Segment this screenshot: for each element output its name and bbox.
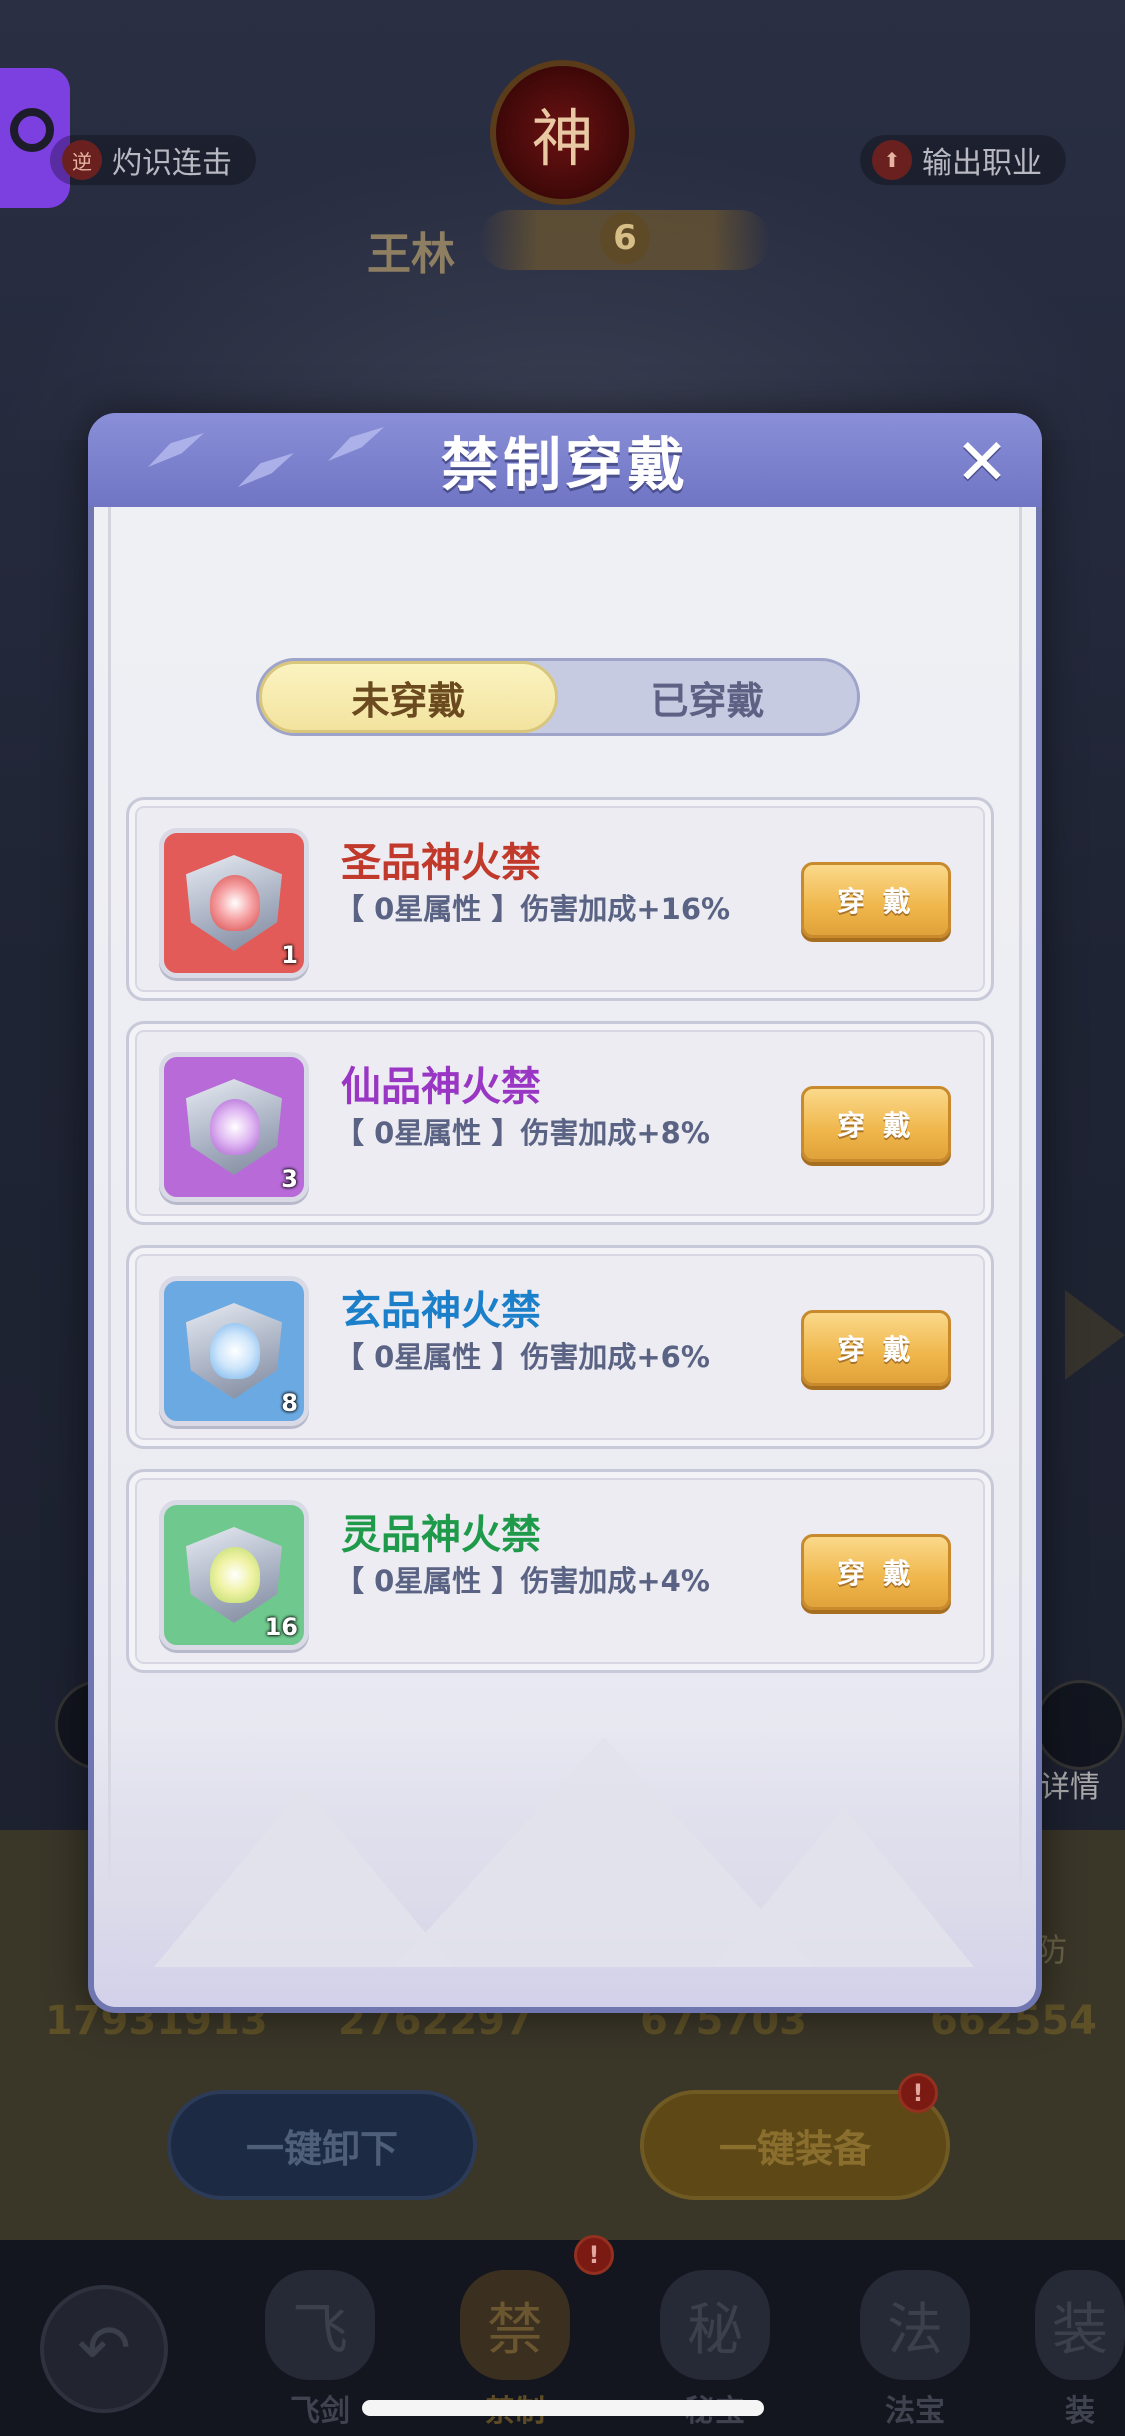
- flame-icon: [210, 1547, 260, 1603]
- item-icon[interactable]: 16: [159, 1500, 309, 1650]
- modal-body: 未穿戴 已穿戴 1 圣品神火禁 【 0星属性 】伤害加成+16% 穿 戴 3 仙…: [94, 507, 1036, 2007]
- item-name: 玄品神火禁: [341, 1288, 541, 1334]
- item-name: 仙品神火禁: [341, 1064, 541, 1110]
- nav-notification-dot: !: [574, 2235, 614, 2275]
- back-button[interactable]: ↶: [40, 2285, 168, 2413]
- flame-icon: [210, 875, 260, 931]
- modal-header: 禁制穿戴 ✕: [88, 413, 1042, 507]
- equip-notification-dot: !: [898, 2073, 938, 2113]
- item-description: 【 0星属性 】伤害加成+8%: [335, 1116, 710, 1150]
- item-name: 灵品神火禁: [341, 1512, 541, 1558]
- right-arrow-icon[interactable]: [1065, 1290, 1125, 1380]
- unload-all-button[interactable]: 一键卸下: [167, 2090, 477, 2200]
- skill-tag-icon: 逆: [62, 140, 102, 180]
- restriction-wear-modal: 禁制穿戴 ✕ 未穿戴 已穿戴 1 圣品神火禁 【 0星属性 】伤害加成+16% …: [88, 413, 1042, 2013]
- wear-state-toggle: 未穿戴 已穿戴: [256, 658, 860, 736]
- tab-worn[interactable]: 已穿戴: [558, 661, 857, 733]
- flying-sword-icon: 飞: [265, 2270, 375, 2380]
- rank-emblem: 神: [490, 60, 635, 205]
- home-indicator[interactable]: [362, 2400, 764, 2416]
- item-count: 8: [281, 1389, 298, 1417]
- close-button[interactable]: ✕: [950, 426, 1014, 500]
- equipment-icon: 装: [1035, 2270, 1125, 2380]
- nav-label: 装: [1065, 2394, 1095, 2429]
- tab-unworn[interactable]: 未穿戴: [259, 661, 558, 733]
- role-tag-icon: ⬆: [872, 140, 912, 180]
- bird-decoration-icon: [328, 427, 384, 461]
- detail-button[interactable]: [1035, 1680, 1125, 1770]
- restriction-icon: 禁: [460, 2270, 570, 2380]
- flame-icon: [210, 1099, 260, 1155]
- item-icon[interactable]: 8: [159, 1276, 309, 1426]
- item-icon[interactable]: 3: [159, 1052, 309, 1202]
- wear-button[interactable]: 穿 戴: [801, 1534, 951, 1610]
- detail-label: 详情: [1040, 1770, 1100, 1805]
- item-description: 【 0星属性 】伤害加成+4%: [335, 1564, 710, 1598]
- item-count: 3: [281, 1165, 298, 1193]
- role-tag-label: 输出职业: [922, 146, 1042, 181]
- item-description: 【 0星属性 】伤害加成+16%: [335, 892, 731, 926]
- list-item: 3 仙品神火禁 【 0星属性 】伤害加成+8% 穿 戴: [126, 1021, 994, 1225]
- wear-button[interactable]: 穿 戴: [801, 1086, 951, 1162]
- magic-treasure-icon: 法: [860, 2270, 970, 2380]
- item-description: 【 0星属性 】伤害加成+6%: [335, 1340, 710, 1374]
- list-item: 1 圣品神火禁 【 0星属性 】伤害加成+16% 穿 戴: [126, 797, 994, 1001]
- close-icon: ✕: [955, 426, 1009, 500]
- bird-decoration-icon: [238, 453, 294, 487]
- nav-item-equipment[interactable]: 装 装: [1035, 2250, 1125, 2430]
- back-arrow-icon: ↶: [77, 2312, 131, 2386]
- wear-button[interactable]: 穿 戴: [801, 1310, 951, 1386]
- nav-label: 飞剑: [290, 2394, 350, 2429]
- side-menu-icon: [10, 108, 54, 152]
- item-icon[interactable]: 1: [159, 828, 309, 978]
- item-count: 16: [264, 1613, 298, 1641]
- hero-level: 6: [600, 212, 650, 264]
- flame-icon: [210, 1323, 260, 1379]
- side-menu-tab[interactable]: [0, 68, 70, 208]
- skill-tag: 逆 灼识连击: [50, 135, 256, 185]
- list-item: 8 玄品神火禁 【 0星属性 】伤害加成+6% 穿 戴: [126, 1245, 994, 1449]
- modal-title: 禁制穿戴: [440, 431, 689, 499]
- bird-decoration-icon: [148, 433, 204, 467]
- item-count: 1: [281, 941, 298, 969]
- list-item: 16 灵品神火禁 【 0星属性 】伤害加成+4% 穿 戴: [126, 1469, 994, 1673]
- hero-name: 王林: [367, 229, 455, 280]
- item-name: 圣品神火禁: [341, 840, 541, 886]
- nav-item-magic-treasure[interactable]: 法 法宝: [840, 2250, 990, 2430]
- wear-button[interactable]: 穿 戴: [801, 862, 951, 938]
- skill-tag-label: 灼识连击: [112, 146, 232, 181]
- nav-label: 法宝: [885, 2394, 945, 2429]
- secret-treasure-icon: 秘: [660, 2270, 770, 2380]
- role-tag: ⬆ 输出职业: [860, 135, 1066, 185]
